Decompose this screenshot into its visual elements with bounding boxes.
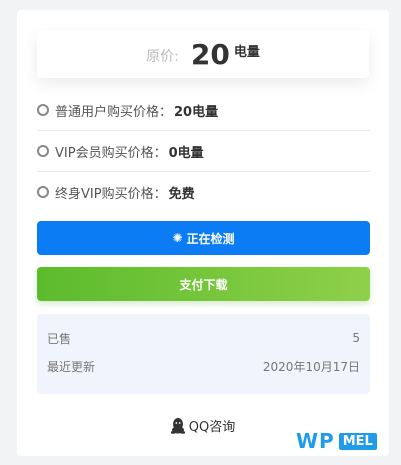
circle-icon [37,186,49,198]
price-row-regular: 普通用户购买价格： 20电量 [37,90,370,131]
updated-value: 2020年10月17日 [262,359,360,374]
wpmel-watermark: WP MEL [296,429,377,453]
sold-label: 已售 [47,331,72,346]
price-row-value: 20电量 [174,104,219,120]
price-row-lifetime-vip: 终身VIP购买价格： 免费 [37,172,370,212]
qq-consult-label: QQ咨询 [188,420,236,435]
price-unit: 电量 [233,44,260,60]
updated-row: 最近更新 2020年10月17日 [37,352,370,380]
watermark-wp: WP [296,429,335,453]
pay-download-button[interactable]: 支付下载 [37,267,370,301]
sales-info-box: 已售 5 最近更新 2020年10月17日 [37,314,370,394]
circle-icon [37,104,49,116]
price-row-label: 终身VIP购买价格： [55,186,167,202]
updated-label: 最近更新 [47,359,96,374]
price-row-label: 普通用户购买价格： [55,104,173,120]
price-list: 普通用户购买价格： 20电量 VIP会员购买价格： 0电量 终身VIP购买价格：… [37,90,370,212]
purchase-card: 原价: 20 电量 普通用户购买价格： 20电量 VIP会员购买价格： 0电量 … [17,10,389,456]
pay-download-label: 支付下载 [179,277,228,292]
checking-button[interactable]: ✺ 正在检测 [37,221,370,255]
qq-penguin-icon [170,417,185,434]
price-row-value: 免费 [168,186,195,202]
original-price-box: 原价: 20 电量 [37,30,369,78]
price-row-value: 0电量 [168,145,204,161]
sold-row: 已售 5 [37,324,370,352]
sold-value: 5 [352,331,360,345]
checking-label: 正在检测 [186,231,235,246]
circle-icon [37,145,49,157]
price-row-label: VIP会员购买价格： [55,145,167,161]
spinner-icon: ✺ [172,231,183,245]
price-label: 原价: [146,49,179,65]
price-row-vip: VIP会员购买价格： 0电量 [37,131,370,172]
watermark-mel: MEL [338,432,377,450]
price-value: 20 [190,37,230,71]
